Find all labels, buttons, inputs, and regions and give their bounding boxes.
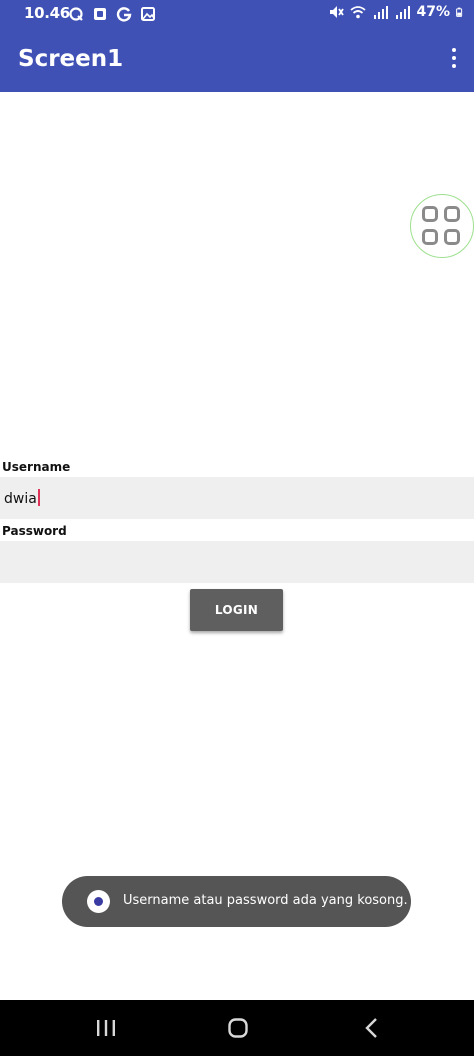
home-icon[interactable]: [226, 1016, 250, 1040]
toast: Username atau password ada yang kosong.: [62, 876, 411, 927]
signal-icon: [396, 6, 411, 19]
status-left-icons: [68, 6, 156, 22]
app-title: Screen1: [18, 46, 124, 72]
grid-icon: [422, 206, 462, 246]
navigation-bar: [0, 1000, 474, 1056]
password-field[interactable]: [0, 541, 474, 583]
battery-percent: 47%: [416, 4, 450, 20]
toast-message: Username atau password ada yang kosong.: [123, 893, 408, 908]
status-bar: 10.46 47%: [0, 0, 474, 28]
floating-menu-button[interactable]: [410, 194, 474, 258]
app-icon: [87, 890, 110, 913]
username-field[interactable]: dwia: [0, 477, 474, 519]
app-bar: Screen1: [0, 28, 474, 92]
password-label: Password: [2, 524, 67, 538]
g-icon: [116, 7, 132, 22]
box-icon: [94, 8, 106, 20]
q-icon: [69, 7, 83, 21]
signal-icon: [374, 6, 389, 19]
login-button[interactable]: LOGIN: [190, 589, 283, 631]
text-caret: [37, 489, 40, 506]
status-right-icons: 47%: [328, 4, 466, 20]
more-vert-icon[interactable]: [448, 48, 460, 72]
username-value: dwia: [4, 489, 40, 507]
image-icon: [141, 7, 155, 21]
mute-icon: [330, 6, 345, 18]
wifi-icon: [350, 6, 367, 19]
back-icon[interactable]: [360, 1016, 384, 1040]
battery-icon: [456, 7, 463, 17]
recents-icon[interactable]: [94, 1016, 118, 1040]
status-time: 10.46: [24, 4, 70, 22]
username-label: Username: [2, 460, 71, 474]
